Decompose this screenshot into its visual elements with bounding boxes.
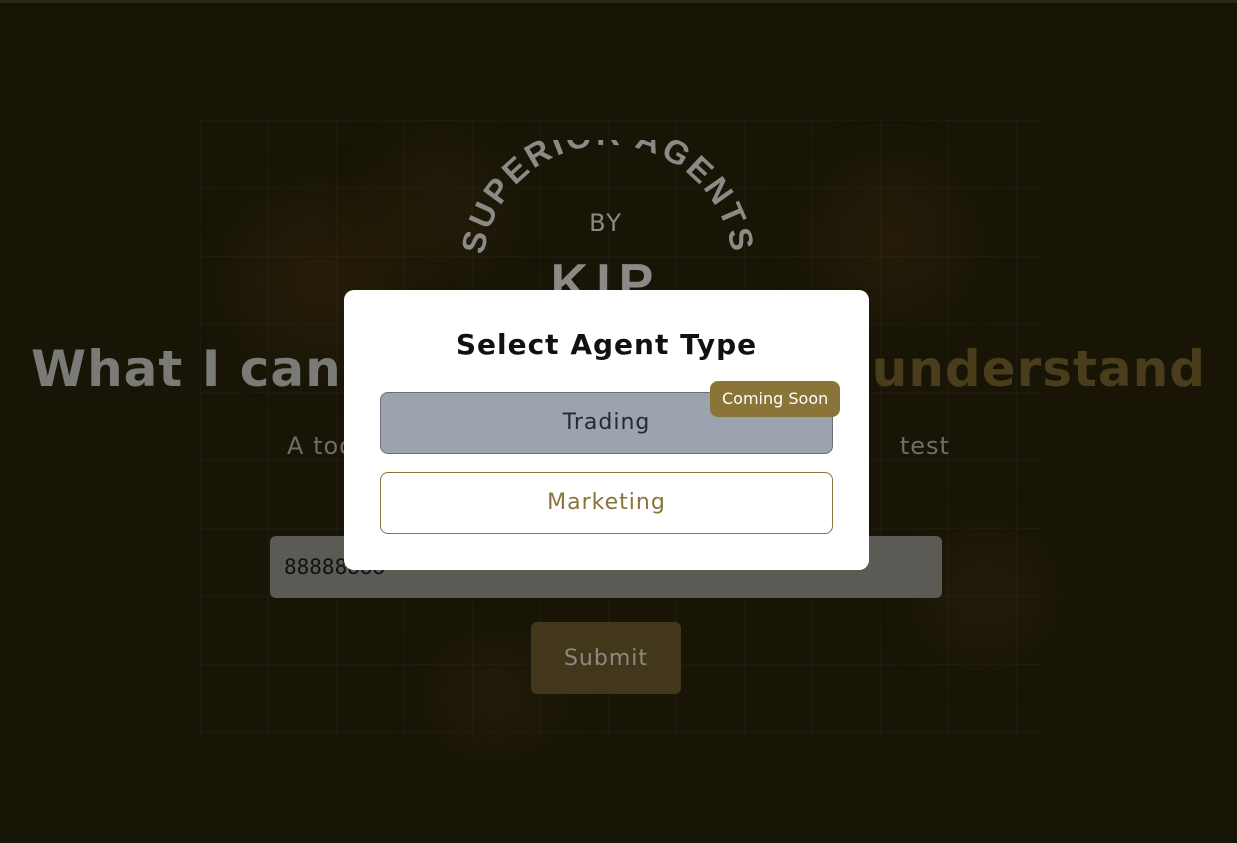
agent-option-marketing[interactable]: Marketing <box>380 472 833 534</box>
agent-option-label: Trading <box>562 410 651 435</box>
agent-type-modal: Select Agent Type Trading Coming Soon Ma… <box>344 290 869 570</box>
modal-title: Select Agent Type <box>455 328 758 361</box>
agent-option-label: Marketing <box>547 490 666 515</box>
coming-soon-badge: Coming Soon <box>710 381 841 417</box>
